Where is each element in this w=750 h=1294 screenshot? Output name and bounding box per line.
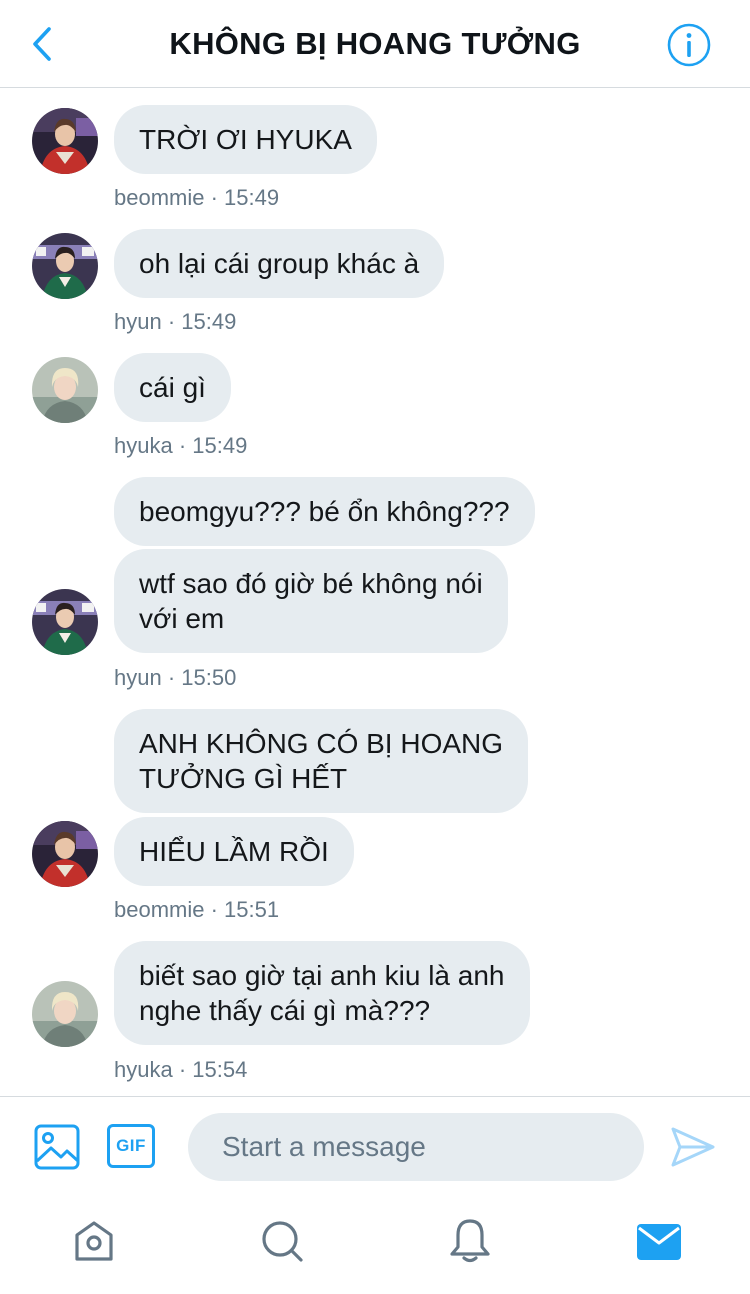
- message-line: wtf sao đó giờ bé không nói: [139, 568, 483, 599]
- image-icon: [34, 1124, 80, 1170]
- gif-label: GIF: [116, 1136, 146, 1155]
- avatar-hyun[interactable]: [32, 589, 98, 655]
- avatar-beommie[interactable]: [32, 108, 98, 174]
- hyun-avatar-image: [32, 589, 98, 655]
- message-meta: hyuka · 15:54: [114, 1057, 248, 1082]
- message-bubble[interactable]: beomgyu??? bé ổn không???: [114, 477, 535, 546]
- home-icon: [75, 1221, 113, 1261]
- avatar-hyun[interactable]: [32, 233, 98, 299]
- messages-icon: [637, 1224, 681, 1260]
- tab-messages[interactable]: [636, 1223, 682, 1266]
- search-icon: [262, 1221, 303, 1262]
- tab-notifications[interactable]: [448, 1217, 492, 1268]
- beommie-avatar-image: [32, 108, 98, 174]
- message-bubble[interactable]: HIỂU LẦM RỒI: [114, 817, 354, 886]
- message-bubble-multiline[interactable]: wtf sao đó giờ bé không nói với em: [114, 549, 508, 653]
- notifications-icon: [450, 1219, 490, 1263]
- message-meta: hyun · 15:49: [114, 309, 237, 334]
- message-bubble-multiline[interactable]: ANH KHÔNG CÓ BỊ HOANG TƯỞNG GÌ HẾT: [114, 709, 529, 813]
- conversation-title: KHÔNG BỊ HOANG TƯỞNG: [169, 26, 581, 61]
- hyun-avatar-image: [32, 233, 98, 299]
- message-meta: hyun · 15:50: [114, 665, 237, 690]
- message-line: ANH KHÔNG CÓ BỊ HOANG: [139, 728, 504, 759]
- hyuka-avatar-image: [32, 981, 98, 1047]
- message-line: biết sao giờ tại anh kiu là anh: [139, 960, 505, 991]
- avatar-hyuka[interactable]: [32, 981, 98, 1047]
- message-meta: hyuka · 15:49: [114, 433, 248, 458]
- hyuka-avatar-image: [32, 357, 98, 423]
- message-bubble[interactable]: cái gì: [114, 353, 231, 422]
- beommie-avatar-image: [32, 821, 98, 887]
- send-icon: [671, 1127, 715, 1167]
- message-input[interactable]: [188, 1113, 644, 1181]
- send-button[interactable]: [670, 1125, 716, 1174]
- conversation-header: KHÔNG BỊ HOANG TƯỞNG: [0, 0, 750, 88]
- back-button[interactable]: [22, 24, 62, 64]
- message-line: TƯỞNG GÌ HẾT: [139, 763, 348, 794]
- bottom-tab-bar: [0, 1197, 750, 1294]
- message-bubble-multiline[interactable]: biết sao giờ tại anh kiu là anh nghe thấ…: [114, 941, 530, 1045]
- tab-home[interactable]: [72, 1219, 116, 1268]
- message-meta: beommie · 15:51: [114, 897, 280, 922]
- tab-search[interactable]: [260, 1219, 304, 1268]
- add-image-button[interactable]: [34, 1124, 80, 1175]
- avatar-beommie[interactable]: [32, 821, 98, 887]
- avatar-hyuka[interactable]: [32, 357, 98, 423]
- message-bubble[interactable]: TRỜI ƠI HYUKA: [114, 105, 377, 174]
- message-composer: GIF: [0, 1096, 750, 1196]
- message-line: với em: [139, 603, 225, 634]
- message-meta: beommie · 15:49: [114, 185, 280, 210]
- chevron-left-icon: [33, 27, 51, 61]
- info-icon: [667, 23, 711, 67]
- info-button[interactable]: [666, 22, 712, 68]
- message-list[interactable]: TRỜI ƠI HYUKA beommie · 15:49 oh lại cái…: [0, 89, 750, 1096]
- message-line: nghe thấy cái gì mà???: [139, 995, 431, 1026]
- add-gif-button[interactable]: GIF: [107, 1124, 155, 1168]
- message-bubble[interactable]: oh lại cái group khác à: [114, 229, 445, 298]
